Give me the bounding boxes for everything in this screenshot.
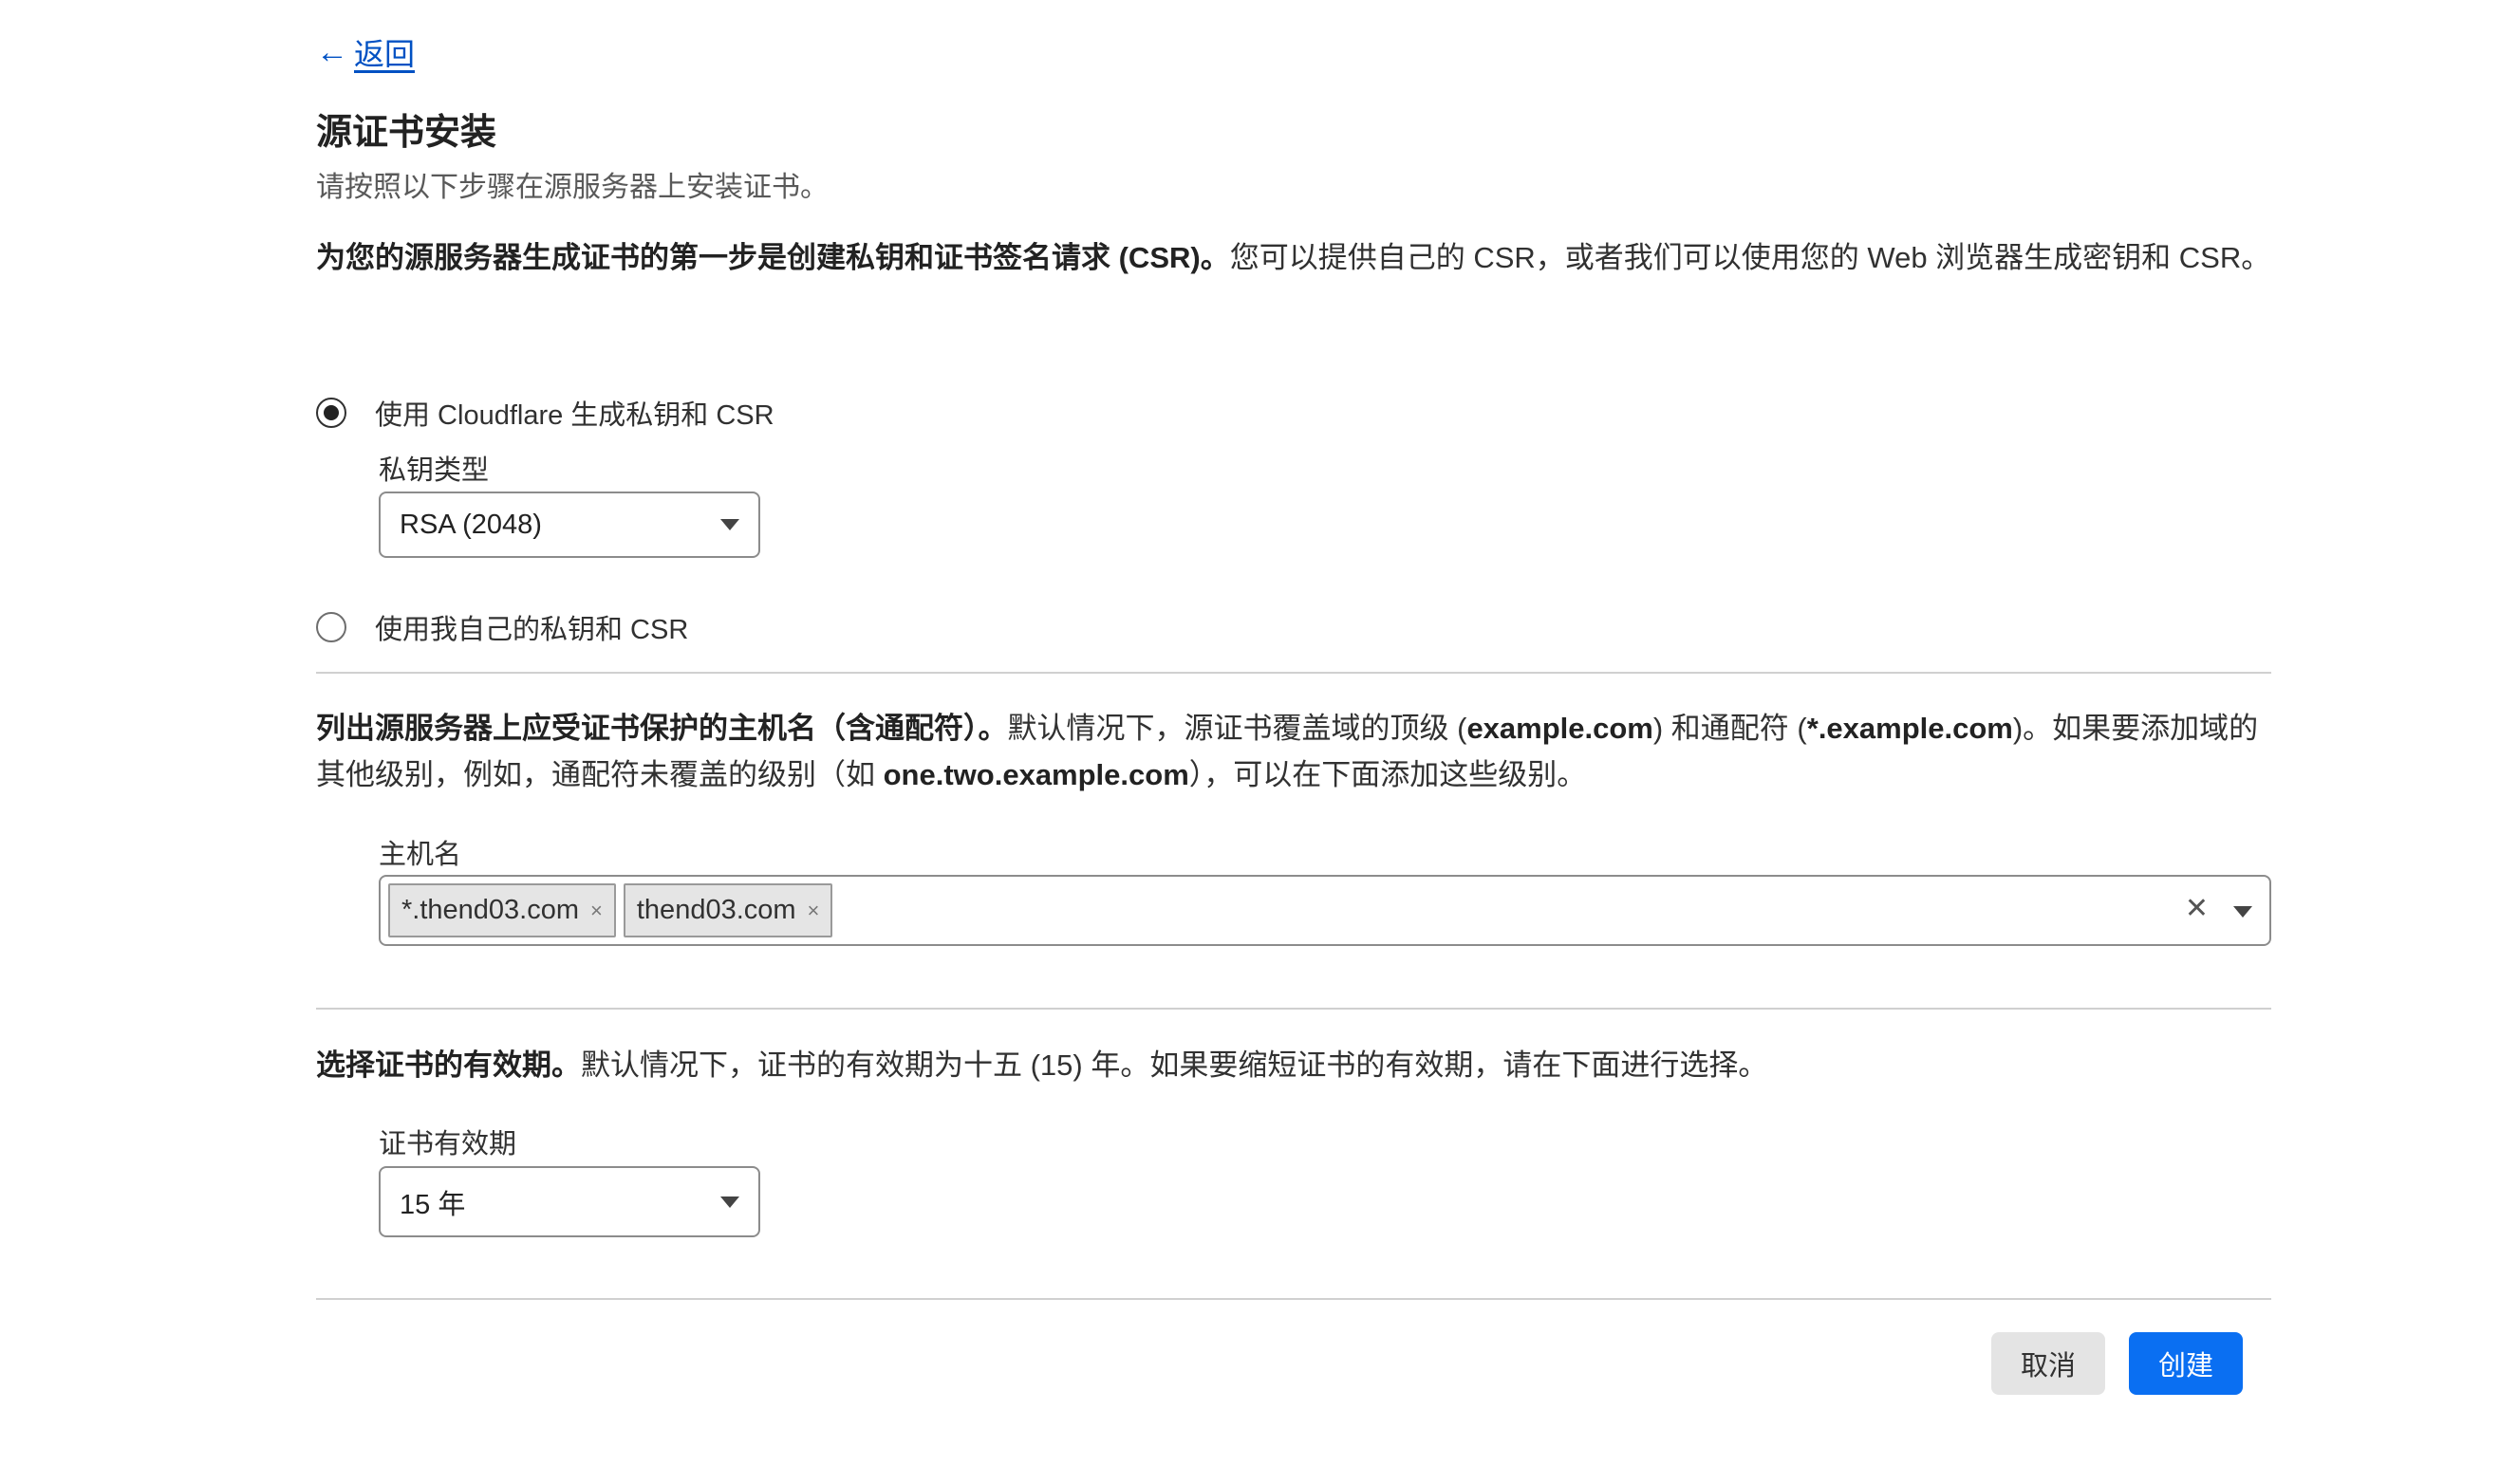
divider xyxy=(316,1298,2271,1300)
radio-own-label: 使用我自己的私钥和 CSR xyxy=(375,615,689,645)
validity-label: 证书有效期 xyxy=(379,1129,517,1159)
radio-dot xyxy=(324,405,339,420)
radio-own-key[interactable]: 使用我自己的私钥和 CSR xyxy=(316,607,688,647)
back-link[interactable]: ← 返回 xyxy=(316,30,415,74)
key-intro-bold: 为您的源服务器生成证书的第一步是创建私钥和证书签名请求 (CSR)。 xyxy=(316,241,1230,274)
validity-value: 15 年 xyxy=(400,1189,466,1220)
key-type-select[interactable]: RSA (2048) xyxy=(379,492,760,558)
hostname-chip: thend03.com × xyxy=(623,883,833,937)
chevron-down-icon xyxy=(720,1196,739,1208)
hostname-multiselect[interactable]: *.thend03.com × thend03.com × ✕ xyxy=(379,875,2271,946)
key-type-value: RSA (2048) xyxy=(400,509,542,540)
key-intro-text: 为您的源服务器生成证书的第一步是创建私钥和证书签名请求 (CSR)。您可以提供自… xyxy=(316,234,2271,281)
cancel-button[interactable]: 取消 xyxy=(1991,1332,2105,1395)
radio-selected-icon[interactable] xyxy=(316,398,346,428)
radio-cloudflare-generate[interactable]: 使用 Cloudflare 生成私钥和 CSR xyxy=(316,393,774,433)
chevron-down-icon[interactable] xyxy=(2233,906,2252,918)
validity-intro-bold: 选择证书的有效期。 xyxy=(316,1048,581,1082)
validity-select[interactable]: 15 年 xyxy=(379,1166,760,1237)
page-title: 源证书安装 xyxy=(316,113,497,153)
radio-cloudflare-label: 使用 Cloudflare 生成私钥和 CSR xyxy=(375,400,774,431)
back-link-label: 返回 xyxy=(354,37,416,71)
radio-unselected-icon[interactable] xyxy=(316,612,346,642)
example-apex: example.com xyxy=(1466,712,1653,745)
page-subtitle: 请按照以下步骤在源服务器上安装证书。 xyxy=(316,172,829,203)
key-type-label: 私钥类型 xyxy=(379,455,490,486)
chevron-down-icon xyxy=(720,519,739,530)
remove-chip-icon[interactable]: × xyxy=(808,899,820,923)
hostnames-intro-part: 默认情况下，源证书覆盖域的顶级 ( xyxy=(1007,712,1467,745)
hostnames-intro-part: ），可以在下面添加这些级别。 xyxy=(1188,758,1587,791)
divider xyxy=(316,1008,2271,1010)
hostnames-intro-part: ) 和通配符 ( xyxy=(1652,712,1807,745)
hostname-chip-label: thend03.com xyxy=(636,895,796,925)
page: ← 返回 源证书安装 请按照以下步骤在源服务器上安装证书。 为您的源服务器生成证… xyxy=(0,0,2500,1484)
divider xyxy=(316,672,2271,674)
hostnames-intro-bold: 列出源服务器上应受证书保护的主机名（含通配符）。 xyxy=(316,712,1008,745)
clear-all-icon[interactable]: ✕ xyxy=(2185,892,2209,925)
hostname-chip: *.thend03.com × xyxy=(388,883,616,937)
validity-intro-text: 选择证书的有效期。默认情况下，证书的有效期为十五 (15) 年。如果要缩短证书的… xyxy=(316,1042,2271,1088)
create-button[interactable]: 创建 xyxy=(2129,1332,2243,1395)
example-wildcard: *.example.com xyxy=(1806,712,2013,745)
example-deep-subdomain: one.two.example.com xyxy=(883,758,1189,791)
arrow-left-icon: ← xyxy=(316,34,348,70)
hostname-label: 主机名 xyxy=(379,840,462,870)
key-intro-rest: 您可以提供自己的 CSR，或者我们可以使用您的 Web 浏览器生成密钥和 CSR… xyxy=(1229,241,2271,274)
remove-chip-icon[interactable]: × xyxy=(590,899,603,923)
hostnames-intro-text: 列出源服务器上应受证书保护的主机名（含通配符）。默认情况下，源证书覆盖域的顶级 … xyxy=(316,705,2271,798)
hostname-chip-label: *.thend03.com xyxy=(401,895,580,925)
validity-intro-rest: 默认情况下，证书的有效期为十五 (15) 年。如果要缩短证书的有效期，请在下面进… xyxy=(581,1048,1768,1082)
